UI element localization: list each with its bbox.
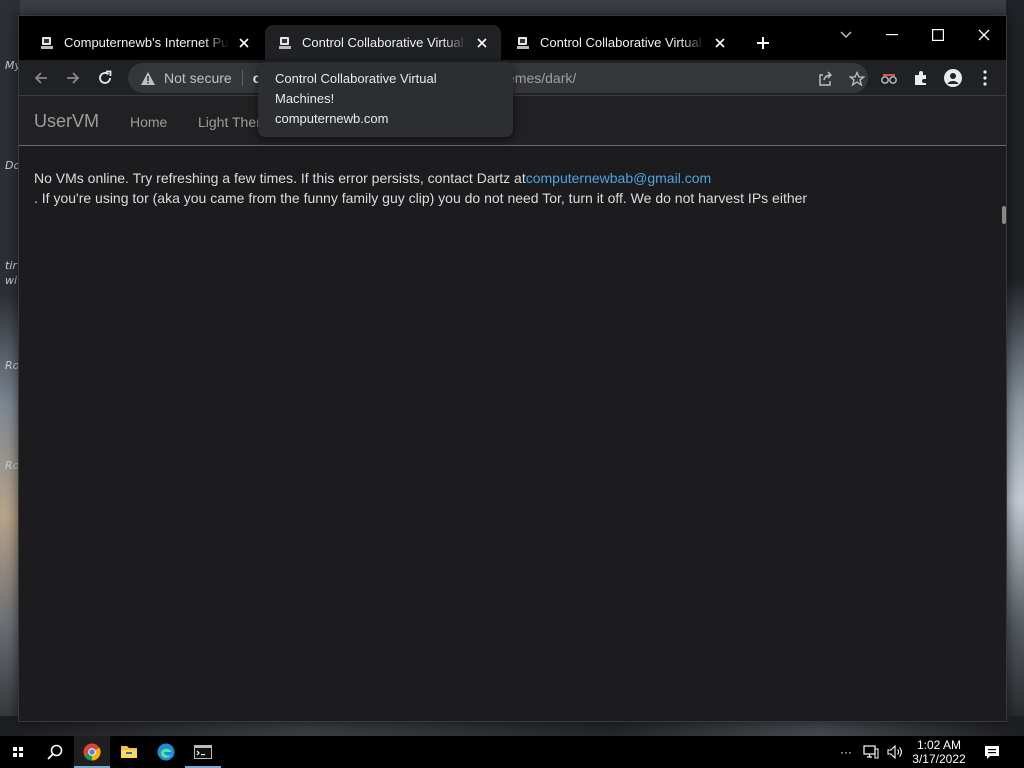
terminal-icon bbox=[194, 745, 212, 759]
desktop-icon-label[interactable]: tir bbox=[5, 259, 17, 272]
system-clock[interactable]: 1:02 AM 3/17/2022 bbox=[906, 738, 972, 766]
error-text: No VMs online. Try refreshing a few time… bbox=[34, 170, 526, 186]
extensions-puzzle-icon[interactable] bbox=[911, 68, 931, 88]
reload-button[interactable] bbox=[93, 66, 117, 90]
tab-title: Computernewb's Internet Pub Hub bbox=[64, 35, 229, 50]
clock-date: 3/17/2022 bbox=[912, 752, 966, 766]
back-button[interactable] bbox=[29, 66, 53, 90]
desktop-background-right bbox=[1006, 0, 1024, 736]
tab-control-vm[interactable]: Control Collaborative Virtual Machines! bbox=[503, 25, 739, 60]
taskbar-app-file-explorer[interactable] bbox=[111, 736, 147, 768]
tab-search-button[interactable] bbox=[823, 20, 869, 50]
taskbar-app-chrome[interactable] bbox=[74, 736, 110, 768]
bookmark-star-icon[interactable] bbox=[848, 70, 866, 88]
windows-start-icon bbox=[13, 747, 23, 757]
kebab-menu-icon bbox=[983, 70, 987, 86]
chevron-down-icon bbox=[840, 31, 852, 38]
taskbar: ··· 1:02 AM 3/17/2022 bbox=[0, 736, 1024, 768]
close-window-button[interactable] bbox=[961, 20, 1007, 50]
tab-title: Control Collaborative Virtual Machines! bbox=[540, 35, 705, 50]
taskbar-app-terminal[interactable] bbox=[185, 736, 221, 768]
error-line-2: . If you're using tor (aka you came from… bbox=[34, 190, 808, 206]
hover-card-host: computernewb.com bbox=[275, 111, 389, 126]
error-line-1: No VMs online. Try refreshing a few time… bbox=[34, 168, 807, 188]
arrow-right-icon bbox=[67, 72, 80, 84]
arrow-left-icon bbox=[34, 72, 47, 84]
minimize-icon bbox=[886, 34, 898, 36]
omnibox-separator bbox=[241, 70, 243, 86]
maximize-button[interactable] bbox=[915, 20, 961, 50]
edge-icon bbox=[157, 743, 175, 761]
hover-card-title: Control Collaborative Virtual Machines! bbox=[275, 71, 437, 106]
network-icon[interactable] bbox=[860, 736, 882, 768]
close-tab-icon[interactable] bbox=[711, 34, 729, 52]
profile-avatar-icon[interactable] bbox=[943, 68, 963, 88]
tab-title: Control Collaborative Virtual Machines! bbox=[302, 35, 467, 50]
close-tab-icon[interactable] bbox=[235, 34, 253, 52]
nav-link-home[interactable]: Home bbox=[130, 114, 167, 130]
computer-favicon-icon bbox=[39, 35, 55, 51]
chrome-icon bbox=[83, 743, 101, 761]
new-tab-button[interactable] bbox=[752, 32, 774, 54]
incognito-extension-icon[interactable] bbox=[879, 68, 899, 88]
reload-icon bbox=[99, 70, 112, 84]
close-icon bbox=[978, 29, 990, 41]
computer-favicon-icon bbox=[515, 35, 531, 51]
forward-button[interactable] bbox=[61, 66, 85, 90]
minimize-button[interactable] bbox=[869, 20, 915, 50]
file-explorer-icon bbox=[121, 746, 137, 758]
url-path: emes/dark/ bbox=[507, 70, 577, 86]
tab-internet-pub-hub[interactable]: Computernewb's Internet Pub Hub bbox=[27, 25, 263, 60]
search-icon bbox=[47, 744, 63, 760]
show-hidden-icons-button[interactable]: ··· bbox=[836, 736, 856, 768]
contact-email-link[interactable]: computernewbab@gmail.com bbox=[526, 170, 711, 186]
tab-hover-card: Control Collaborative Virtual Machines! … bbox=[258, 62, 513, 137]
volume-icon[interactable] bbox=[884, 736, 906, 768]
plus-icon bbox=[757, 37, 769, 49]
maximize-icon bbox=[932, 29, 944, 41]
desktop-icon-label[interactable]: wi bbox=[5, 274, 17, 287]
notification-icon bbox=[985, 745, 999, 759]
scrollbar-thumb[interactable] bbox=[1002, 206, 1006, 224]
tab-control-vm-active[interactable]: Control Collaborative Virtual Machines! bbox=[265, 25, 501, 60]
page-viewport: UserVM Home Light Theme No VMs online. T… bbox=[19, 96, 1006, 721]
search-button[interactable] bbox=[37, 736, 73, 768]
warning-icon[interactable] bbox=[140, 70, 156, 86]
site-brand[interactable]: UserVM bbox=[34, 111, 99, 132]
taskbar-app-edge[interactable] bbox=[148, 736, 184, 768]
not-secure-label[interactable]: Not secure bbox=[164, 70, 232, 86]
close-tab-icon[interactable] bbox=[473, 34, 491, 52]
tab-strip: Computernewb's Internet Pub Hub Control … bbox=[19, 16, 1006, 60]
share-icon[interactable] bbox=[816, 70, 834, 88]
clock-time: 1:02 AM bbox=[916, 738, 962, 752]
start-button[interactable] bbox=[0, 736, 36, 768]
action-center-button[interactable] bbox=[978, 736, 1006, 768]
browser-menu-button[interactable] bbox=[975, 68, 995, 88]
computer-favicon-icon bbox=[277, 35, 293, 51]
error-message: No VMs online. Try refreshing a few time… bbox=[34, 168, 807, 208]
